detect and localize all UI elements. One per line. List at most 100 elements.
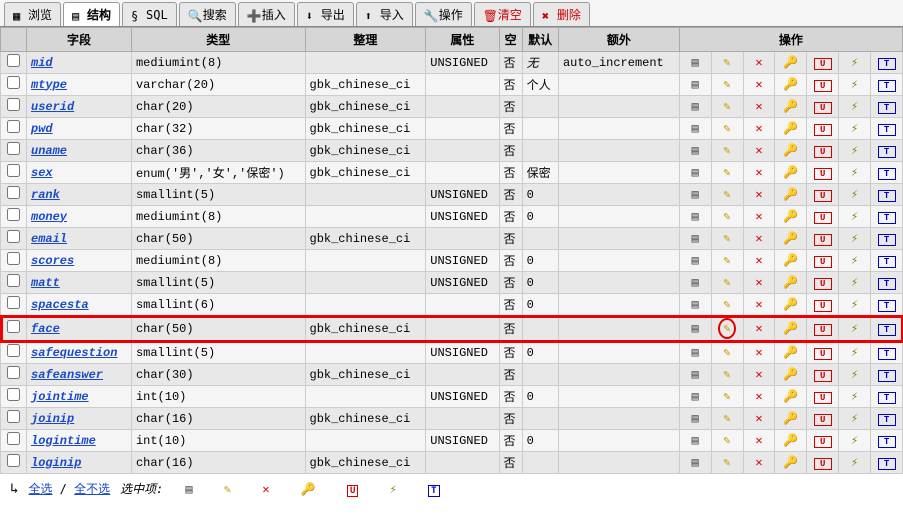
field-name[interactable]: logintime xyxy=(31,434,96,448)
field-name[interactable]: spacesta xyxy=(31,298,89,312)
drop-icon[interactable]: ✕ xyxy=(750,367,768,382)
browse-icon[interactable]: ▤ xyxy=(686,275,704,290)
edit-icon[interactable]: ✎ xyxy=(224,482,231,496)
browse-icon[interactable]: ▤ xyxy=(686,297,704,312)
fulltext-icon[interactable]: T xyxy=(878,348,896,360)
field-name[interactable]: email xyxy=(31,232,67,246)
index-icon[interactable]: ⚡ xyxy=(846,187,864,202)
browse-icon[interactable]: ▤ xyxy=(686,411,704,426)
browse-icon[interactable]: ▤ xyxy=(686,253,704,268)
row-checkbox[interactable] xyxy=(7,274,20,287)
unique-icon[interactable]: U xyxy=(814,392,832,404)
fulltext-icon[interactable]: T xyxy=(878,300,896,312)
primary-key-icon[interactable]: 🔑 xyxy=(782,143,800,158)
fulltext-icon[interactable]: T xyxy=(878,234,896,246)
row-checkbox[interactable] xyxy=(7,252,20,265)
tab-ops[interactable]: 🔧操作 xyxy=(415,2,472,26)
primary-key-icon[interactable]: 🔑 xyxy=(782,77,800,92)
index-icon[interactable]: ⚡ xyxy=(846,55,864,70)
row-checkbox[interactable] xyxy=(7,344,20,357)
index-icon[interactable]: ⚡ xyxy=(846,253,864,268)
browse-icon[interactable]: ▤ xyxy=(686,455,704,470)
fulltext-icon[interactable]: T xyxy=(878,256,896,268)
index-icon[interactable]: ⚡ xyxy=(846,297,864,312)
fulltext-icon[interactable]: T xyxy=(878,392,896,404)
drop-icon[interactable]: ✕ xyxy=(750,121,768,136)
primary-key-icon[interactable]: 🔑 xyxy=(782,275,800,290)
edit-icon[interactable]: ✎ xyxy=(718,231,736,246)
unique-icon[interactable]: U xyxy=(814,234,832,246)
fulltext-icon[interactable]: T xyxy=(878,80,896,92)
unique-icon[interactable]: U xyxy=(814,146,832,158)
tab-drop[interactable]: ✖删除 xyxy=(533,2,590,26)
unique-icon[interactable]: U xyxy=(814,80,832,92)
field-name[interactable]: sex xyxy=(31,166,53,180)
row-checkbox[interactable] xyxy=(7,432,20,445)
edit-icon[interactable]: ✎ xyxy=(718,367,736,382)
row-checkbox[interactable] xyxy=(7,98,20,111)
tab-import[interactable]: ⬆导入 xyxy=(356,2,413,26)
field-name[interactable]: matt xyxy=(31,276,60,290)
index-icon[interactable]: ⚡ xyxy=(846,143,864,158)
fulltext-icon[interactable]: T xyxy=(428,485,439,497)
edit-icon[interactable]: ✎ xyxy=(718,253,736,268)
fulltext-icon[interactable]: T xyxy=(878,370,896,382)
fulltext-icon[interactable]: T xyxy=(878,168,896,180)
fulltext-icon[interactable]: T xyxy=(878,102,896,114)
row-checkbox[interactable] xyxy=(7,366,20,379)
browse-icon[interactable]: ▤ xyxy=(185,482,192,496)
drop-icon[interactable]: ✕ xyxy=(750,389,768,404)
drop-icon[interactable]: ✕ xyxy=(750,55,768,70)
primary-key-icon[interactable]: 🔑 xyxy=(301,482,316,496)
primary-key-icon[interactable]: 🔑 xyxy=(782,367,800,382)
tab-sql[interactable]: §SQL xyxy=(122,2,177,26)
drop-icon[interactable]: ✕ xyxy=(750,187,768,202)
field-name[interactable]: userid xyxy=(31,100,74,114)
edit-icon[interactable]: ✎ xyxy=(718,99,736,114)
row-checkbox[interactable] xyxy=(7,296,20,309)
primary-key-icon[interactable]: 🔑 xyxy=(782,411,800,426)
browse-icon[interactable]: ▤ xyxy=(686,165,704,180)
browse-icon[interactable]: ▤ xyxy=(686,143,704,158)
index-icon[interactable]: ⚡ xyxy=(846,455,864,470)
unique-icon[interactable]: U xyxy=(814,436,832,448)
row-checkbox[interactable] xyxy=(7,142,20,155)
browse-icon[interactable]: ▤ xyxy=(686,345,704,360)
drop-icon[interactable]: ✕ xyxy=(262,482,269,496)
browse-icon[interactable]: ▤ xyxy=(686,367,704,382)
primary-key-icon[interactable]: 🔑 xyxy=(782,455,800,470)
drop-icon[interactable]: ✕ xyxy=(750,275,768,290)
primary-key-icon[interactable]: 🔑 xyxy=(782,253,800,268)
row-checkbox[interactable] xyxy=(7,208,20,221)
tab-structure[interactable]: ▤结构 xyxy=(63,2,120,26)
edit-icon[interactable]: ✎ xyxy=(718,143,736,158)
unique-icon[interactable]: U xyxy=(814,414,832,426)
drop-icon[interactable]: ✕ xyxy=(750,297,768,312)
row-checkbox[interactable] xyxy=(7,76,20,89)
index-icon[interactable]: ⚡ xyxy=(846,389,864,404)
field-name[interactable]: joinip xyxy=(31,412,74,426)
primary-key-icon[interactable]: 🔑 xyxy=(782,187,800,202)
tab-export[interactable]: ⬇导出 xyxy=(297,2,354,26)
browse-icon[interactable]: ▤ xyxy=(686,187,704,202)
field-name[interactable]: safequestion xyxy=(31,346,117,360)
index-icon[interactable]: ⚡ xyxy=(846,231,864,246)
unique-icon[interactable]: U xyxy=(814,102,832,114)
browse-icon[interactable]: ▤ xyxy=(686,389,704,404)
primary-key-icon[interactable]: 🔑 xyxy=(782,55,800,70)
field-name[interactable]: money xyxy=(31,210,67,224)
index-icon[interactable]: ⚡ xyxy=(846,77,864,92)
field-name[interactable]: loginip xyxy=(31,456,81,470)
field-name[interactable]: scores xyxy=(31,254,74,268)
edit-icon[interactable]: ✎ xyxy=(718,121,736,136)
edit-icon[interactable]: ✎ xyxy=(718,345,736,360)
field-name[interactable]: face xyxy=(31,322,60,336)
field-name[interactable]: mid xyxy=(31,56,53,70)
field-name[interactable]: uname xyxy=(31,144,67,158)
field-name[interactable]: rank xyxy=(31,188,60,202)
primary-key-icon[interactable]: 🔑 xyxy=(782,321,800,336)
row-checkbox[interactable] xyxy=(7,454,20,467)
primary-key-icon[interactable]: 🔑 xyxy=(782,209,800,224)
unique-icon[interactable]: U xyxy=(814,370,832,382)
edit-icon[interactable]: ✎ xyxy=(718,389,736,404)
